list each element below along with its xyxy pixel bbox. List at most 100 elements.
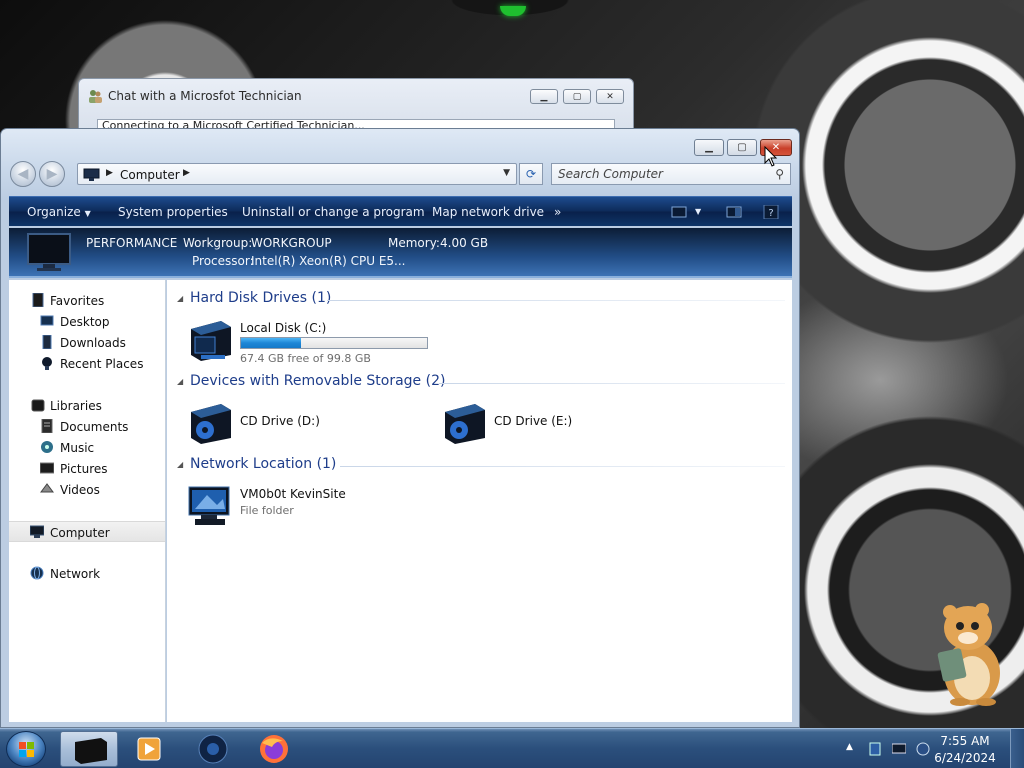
minimize-button[interactable]: ▁: [694, 139, 724, 156]
folder-type-text: File folder: [240, 504, 294, 517]
svg-text:?: ?: [768, 208, 773, 219]
workgroup-label: Workgroup:: [183, 236, 253, 250]
collapse-triangle-icon[interactable]: ◢: [177, 377, 183, 386]
nav-downloads[interactable]: Downloads: [9, 332, 165, 353]
chat-people-icon: [89, 90, 102, 103]
nav-videos[interactable]: Videos: [9, 479, 165, 500]
nav-pictures[interactable]: Pictures: [9, 458, 165, 479]
clock-time[interactable]: 7:55 AM: [930, 734, 1000, 748]
group-header-removable[interactable]: ◢ Devices with Removable Storage (2): [177, 373, 785, 395]
workgroup-value: WORKGROUP: [251, 236, 332, 250]
collapse-triangle-icon[interactable]: ◢: [177, 294, 183, 303]
memory-label: Memory:: [388, 236, 440, 250]
nav-libraries[interactable]: Libraries: [9, 395, 165, 416]
back-arrow-icon: ◀: [17, 166, 29, 182]
chat-maximize-button[interactable]: ▢: [563, 89, 591, 104]
uninstall-program-button[interactable]: Uninstall or change a program: [242, 205, 425, 219]
capacity-fill: [241, 338, 302, 348]
taskbar-explorer-button[interactable]: [60, 731, 118, 767]
computer-icon: [83, 168, 100, 181]
drive-cd-e[interactable]: CD Drive (E:): [441, 398, 681, 448]
tray-device-icon[interactable]: [868, 742, 882, 756]
map-network-drive-button[interactable]: Map network drive: [432, 205, 544, 219]
content-pane: ◢ Hard Disk Drives (1) Local Disk (C:) 6…: [167, 280, 792, 722]
taskbar: ▲ 7:55 AM 6/24/2024: [0, 728, 1024, 768]
breadcrumb-computer[interactable]: Computer: [120, 168, 180, 182]
more-commands-button[interactable]: »: [554, 205, 561, 219]
hard-drive-icon: [191, 321, 231, 361]
search-input[interactable]: [552, 164, 762, 184]
nav-computer[interactable]: Computer: [9, 521, 165, 542]
back-button[interactable]: ◀: [10, 161, 36, 187]
media-player-icon: [137, 737, 161, 761]
chevron-down-icon: ▼: [84, 209, 91, 218]
documents-icon: [41, 419, 53, 433]
chat-minimize-button[interactable]: ▁: [530, 89, 558, 104]
network-globe-icon: [30, 566, 44, 580]
libraries-icon: [31, 399, 45, 412]
nav-network[interactable]: Network: [9, 563, 165, 584]
favorites-star-icon: [32, 293, 44, 307]
navigation-pane: Favorites Desktop Downloads Recent Place…: [9, 280, 166, 722]
details-pane: PERFORMANCE Workgroup: WORKGROUP Memory:…: [9, 228, 792, 278]
address-bar[interactable]: ▶ Computer ▶ ▼: [77, 163, 517, 185]
tray-volume-icon[interactable]: [916, 742, 930, 756]
drive-local-disk-c[interactable]: Local Disk (C:) 67.4 GB free of 99.8 GB: [187, 315, 447, 365]
search-icon[interactable]: ⚲: [775, 167, 784, 181]
system-properties-button[interactable]: System properties: [118, 205, 228, 219]
collapse-triangle-icon[interactable]: ◢: [177, 460, 183, 469]
music-icon: [41, 441, 53, 453]
view-options-icon[interactable]: [671, 205, 687, 219]
network-folder-icon: [188, 486, 230, 525]
taskbar-globe-button[interactable]: [184, 731, 242, 767]
network-folder-kevinsite[interactable]: VM0b0t KevinSite File folder: [187, 481, 427, 531]
organize-menu[interactable]: Organize ▼: [27, 205, 91, 219]
wallpaper-green-light: [500, 6, 526, 16]
forward-button[interactable]: ▶: [39, 161, 65, 187]
start-button[interactable]: [6, 731, 46, 767]
breadcrumb-arrow-icon[interactable]: ▶: [106, 168, 113, 178]
tray-monitor-icon[interactable]: [892, 742, 906, 756]
explorer-app-icon: [75, 738, 107, 764]
breadcrumb-arrow-icon[interactable]: ▶: [183, 168, 190, 178]
hamster-gadget-icon[interactable]: [930, 598, 1010, 708]
help-icon[interactable]: ?: [763, 205, 779, 219]
pictures-icon: [40, 462, 54, 474]
group-header-network-location[interactable]: ◢ Network Location (1): [177, 456, 785, 478]
capacity-bar: [240, 337, 428, 349]
nav-recent-places[interactable]: Recent Places: [9, 353, 165, 374]
address-dropdown-icon[interactable]: ▼: [503, 168, 510, 178]
cd-drive-icon: [445, 404, 485, 444]
search-box[interactable]: ⚲: [551, 163, 791, 185]
drive-cd-d[interactable]: CD Drive (D:): [187, 398, 427, 448]
free-space-text: 67.4 GB free of 99.8 GB: [240, 352, 371, 365]
clock-date[interactable]: 6/24/2024: [930, 751, 1000, 765]
view-dropdown-icon[interactable]: ▼: [695, 207, 701, 216]
preview-pane-icon[interactable]: [726, 205, 742, 219]
computer-name: PERFORMANCE: [86, 236, 178, 250]
cd-drive-icon: [191, 404, 231, 444]
processor-value: Intel(R) Xeon(R) CPU E5...: [251, 254, 406, 268]
globe-app-icon: [198, 734, 228, 764]
forward-arrow-icon: ▶: [46, 166, 58, 182]
nav-favorites[interactable]: Favorites: [9, 290, 165, 311]
windows-logo-icon: [19, 742, 34, 757]
taskbar-firefox-button[interactable]: [245, 731, 303, 767]
videos-icon: [40, 483, 54, 493]
nav-desktop[interactable]: Desktop: [9, 311, 165, 332]
explorer-window[interactable]: ▁ ▢ ✕ ◀ ▶ ▶ Computer ▶ ▼ ⟳ ⚲ Organize ▼ …: [0, 128, 800, 728]
chat-window-title: Chat with a Microsfot Technician: [108, 89, 302, 103]
group-header-hard-disks[interactable]: ◢ Hard Disk Drives (1): [177, 290, 785, 312]
memory-value: 4.00 GB: [440, 236, 489, 250]
nav-documents[interactable]: Documents: [9, 416, 165, 437]
show-hidden-icons-button[interactable]: ▲: [846, 742, 853, 752]
taskbar-media-player-button[interactable]: [120, 731, 178, 767]
computer-icon: [30, 525, 44, 538]
refresh-button[interactable]: ⟳: [519, 163, 543, 185]
show-desktop-button[interactable]: [1010, 729, 1024, 768]
monitor-icon: [27, 233, 71, 271]
downloads-icon: [42, 335, 52, 349]
nav-music[interactable]: Music: [9, 437, 165, 458]
chat-close-button[interactable]: ✕: [596, 89, 624, 104]
maximize-button[interactable]: ▢: [727, 139, 757, 156]
